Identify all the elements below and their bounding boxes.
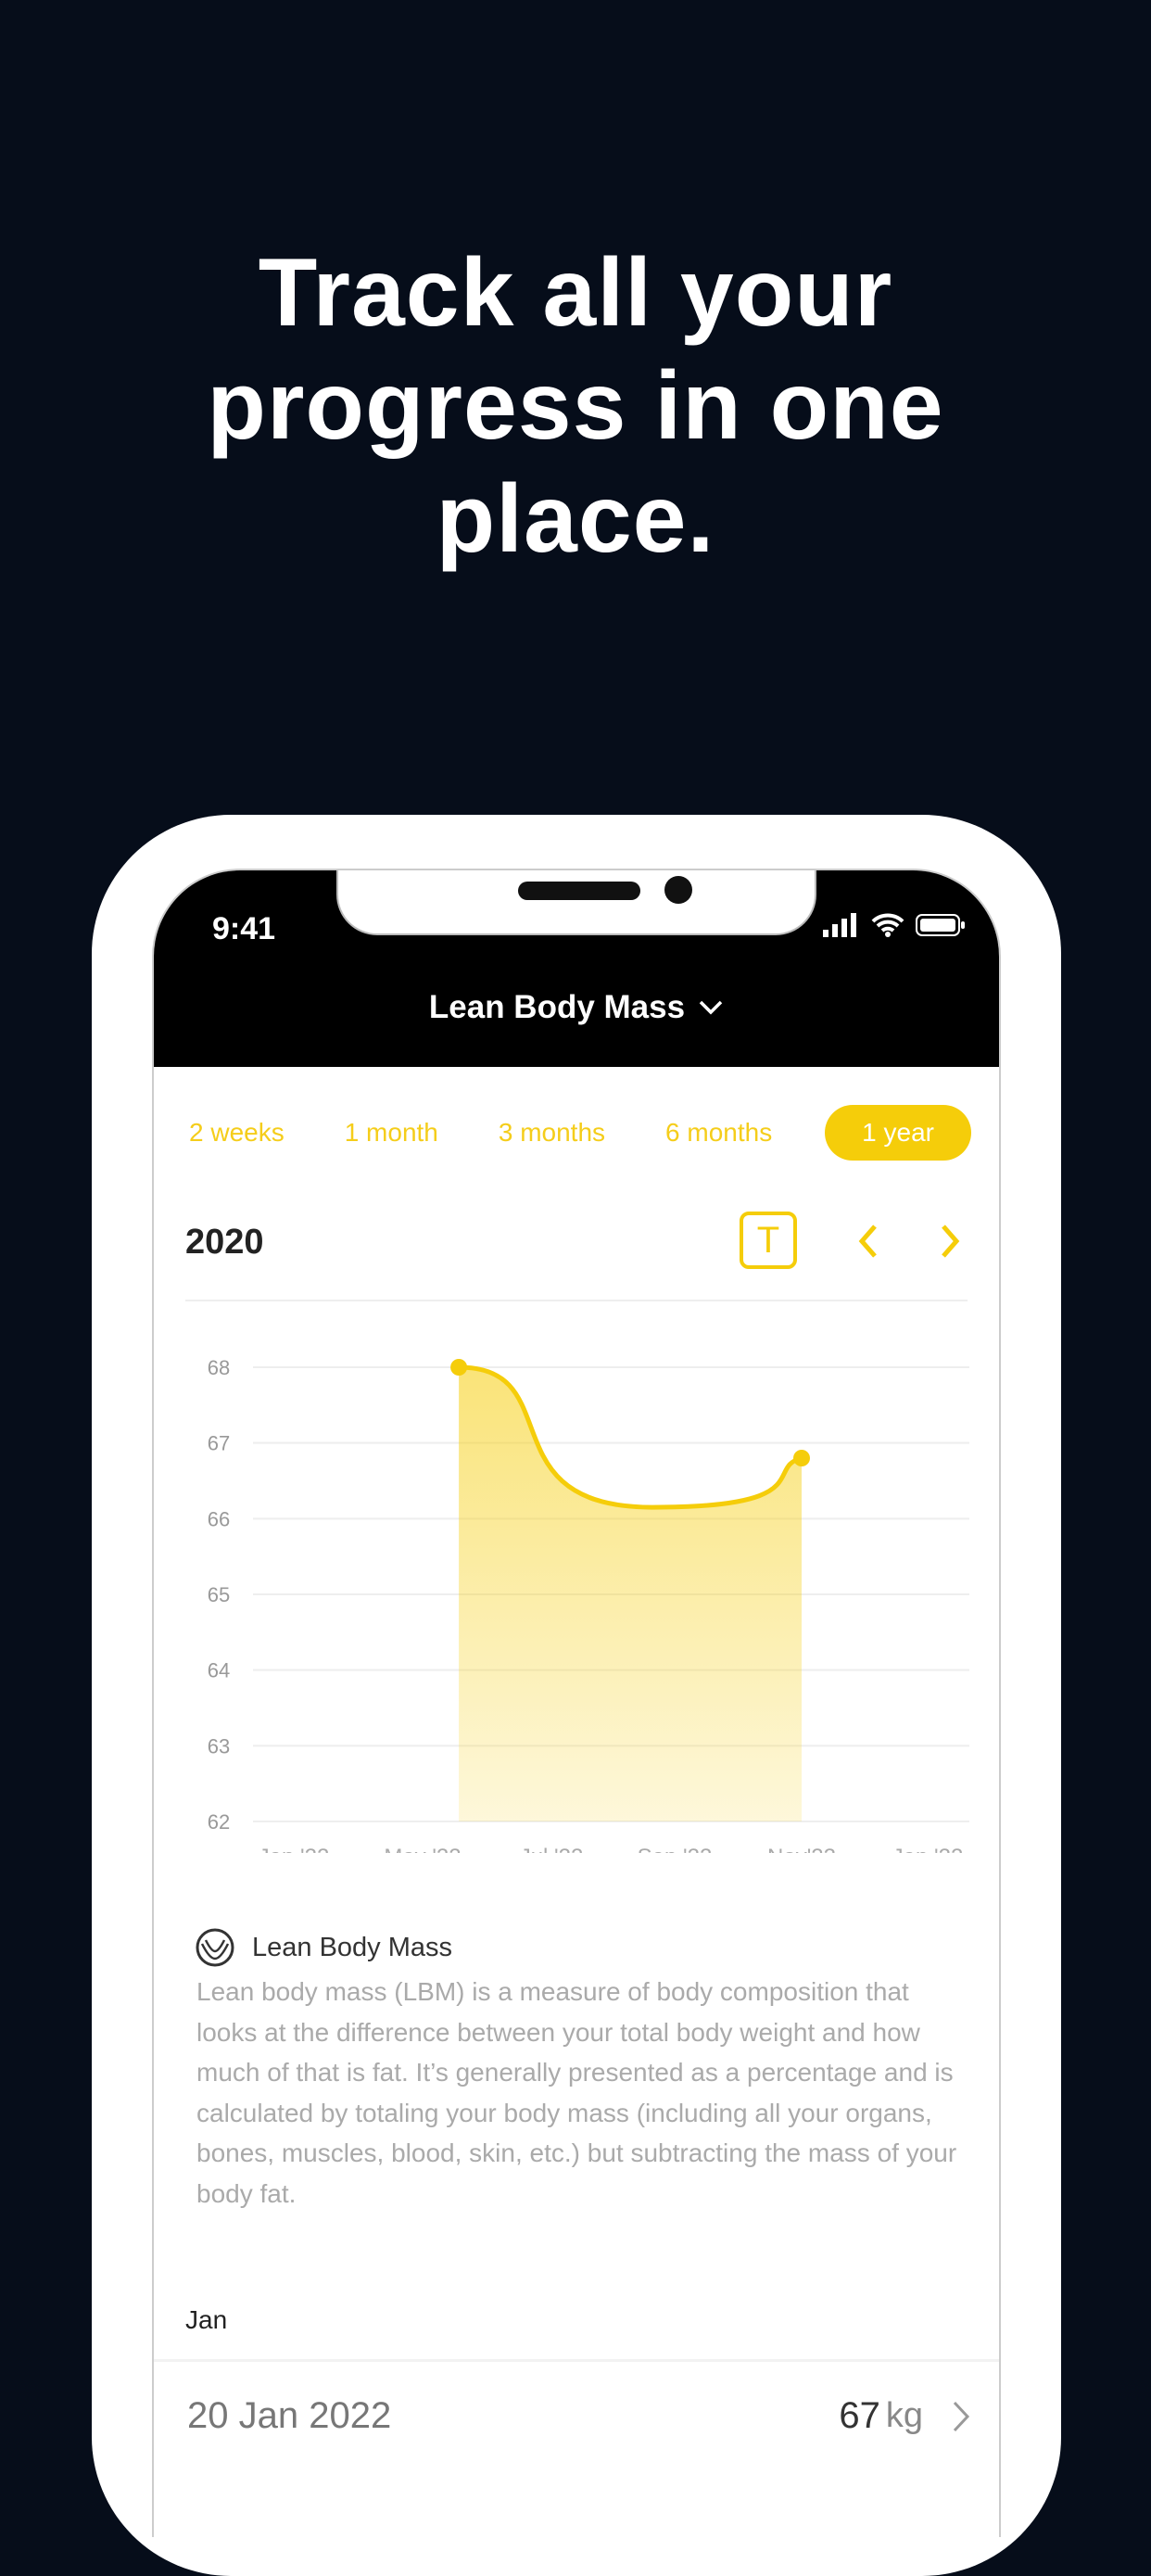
range-tabs: 2 weeks 1 month 3 months 6 months 1 year xyxy=(182,1104,971,1161)
tab-6-months[interactable]: 6 months xyxy=(658,1118,779,1148)
x-tick-label: Jan '22 xyxy=(892,1845,964,1853)
status-time: 9:41 xyxy=(212,911,276,946)
signal-icon xyxy=(823,913,856,937)
y-tick-label: 67 xyxy=(208,1432,230,1455)
entry-unit: kg xyxy=(885,2396,923,2435)
metric-description: Lean body mass (LBM) is a measure of bod… xyxy=(196,1977,957,2208)
chart-legend: Lean Body Mass xyxy=(195,1927,452,1968)
x-tick-label: May '22 xyxy=(384,1845,461,1853)
area-fill xyxy=(459,1367,802,1821)
month-header: Jan xyxy=(185,2305,228,2334)
data-point xyxy=(450,1359,468,1376)
headline-line: place. xyxy=(436,465,715,573)
x-tick-label: Sep '22 xyxy=(638,1845,713,1853)
x-tick-label: Nov'22 xyxy=(767,1845,836,1853)
headline-line: progress in one xyxy=(207,352,944,460)
lean-body-mass-icon xyxy=(196,1928,234,1967)
battery-icon xyxy=(916,914,965,936)
lean-body-mass-chart: 62 63 64 65 66 67 68 Jan '22 May '22 Jul '22 Sep '… xyxy=(208,1356,969,1853)
notch xyxy=(336,870,816,935)
y-tick-label: 66 xyxy=(208,1507,230,1530)
period-year: 2020 xyxy=(185,1223,264,1262)
tab-1-month[interactable]: 1 month xyxy=(337,1118,446,1148)
legend-label: Lean Body Mass xyxy=(252,1932,453,1962)
entry-row[interactable]: 20 Jan 2022 67 kg xyxy=(154,2359,999,2470)
y-tick-label: 62 xyxy=(208,1810,230,1834)
status-icons xyxy=(823,913,966,937)
x-tick-label: Jan '22 xyxy=(259,1845,330,1853)
header-title: Lean Body Mass xyxy=(428,989,686,1025)
x-tick-label: Jul '22 xyxy=(520,1845,584,1853)
y-tick-label: 68 xyxy=(208,1356,230,1379)
tab-1-year[interactable]: 1 year xyxy=(825,1105,971,1161)
headline: Track all your progress in one place. xyxy=(0,236,1151,576)
phone-screen: 9:41 Lean Body Mass 2 weeks 1 month 3 mo… xyxy=(152,869,1001,2537)
entry-value: 67 xyxy=(839,2395,880,2436)
chevron-down-icon xyxy=(699,1000,723,1015)
entry-date: 20 Jan 2022 xyxy=(187,2395,392,2436)
chevron-right-icon xyxy=(953,2401,970,2431)
y-tick-label: 64 xyxy=(208,1659,230,1682)
header-bar: 9:41 Lean Body Mass xyxy=(154,870,999,1067)
wifi-icon xyxy=(871,913,904,937)
camera xyxy=(664,876,692,904)
headline-line: Track all your xyxy=(258,239,893,347)
y-tick-label: 63 xyxy=(208,1734,230,1758)
metric-selector[interactable]: Lean Body Mass xyxy=(154,989,999,1026)
tab-3-months[interactable]: 3 months xyxy=(491,1118,613,1148)
data-point xyxy=(793,1450,810,1466)
y-tick-label: 65 xyxy=(208,1583,230,1606)
speaker xyxy=(518,882,640,900)
tab-2-weeks[interactable]: 2 weeks xyxy=(182,1118,292,1148)
